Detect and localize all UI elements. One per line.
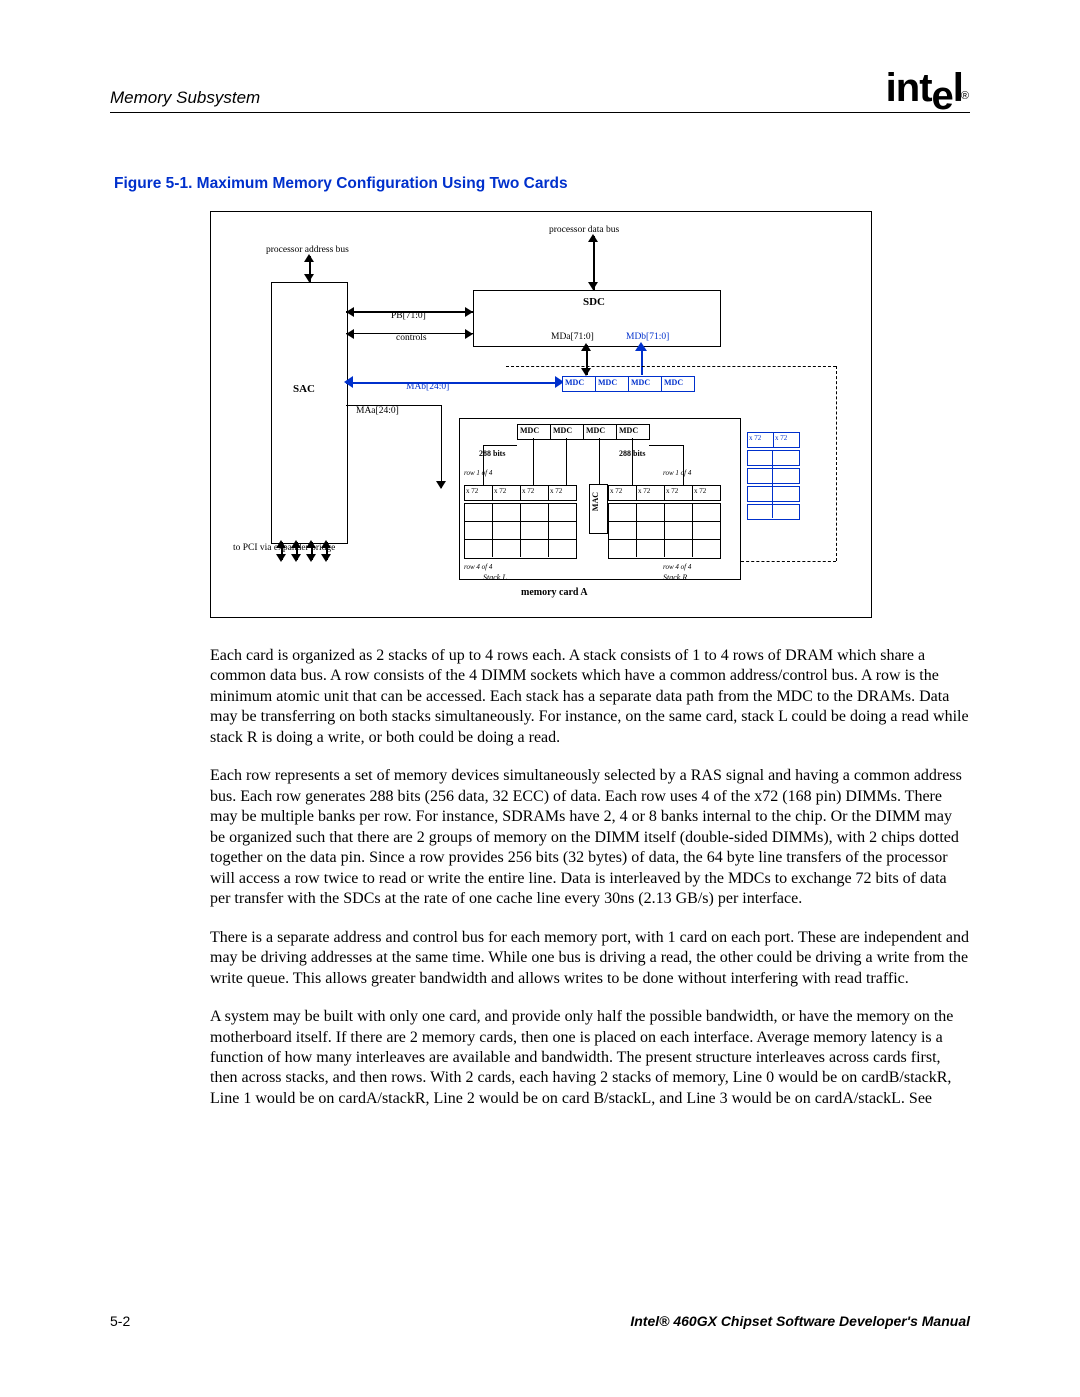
label-row1-r: row 1 of 4 [663, 470, 691, 477]
label-row4-r: row 4 of 4 [663, 564, 691, 571]
label-row1-l: row 1 of 4 [464, 470, 492, 477]
label-to-pci: to PCI via expander bridge [233, 544, 335, 554]
label-row4-l: row 4 of 4 [464, 564, 492, 571]
figure-caption: Figure 5-1. Maximum Memory Configuration… [114, 175, 970, 193]
label-mdc-a3: MDC [586, 427, 605, 435]
paragraph-1: Each card is organized as 2 stacks of up… [110, 646, 970, 748]
label-mdc-a2: MDC [553, 427, 572, 435]
label-mdc-b2: MDC [598, 379, 617, 387]
intel-logo: intel® [886, 68, 970, 108]
label-mem-card: memory card A [521, 588, 588, 598]
body-text: Each card is organized as 2 stacks of up… [110, 646, 970, 1109]
page-footer: 5-2 Intel® 460GX Chipset Software Develo… [110, 1313, 970, 1329]
label-controls: controls [396, 334, 427, 344]
label-proc-data-bus: processor data bus [549, 226, 619, 236]
label-mdb: MDb[71:0] [626, 333, 669, 343]
paragraph-4: A system may be built with only one card… [110, 1007, 970, 1109]
label-mdc-b1: MDC [565, 379, 584, 387]
paragraph-3: There is a separate address and control … [110, 928, 970, 989]
page-header: Memory Subsystem intel® [110, 68, 970, 113]
section-title: Memory Subsystem [110, 88, 260, 108]
manual-title: Intel® 460GX Chipset Software Developer'… [630, 1313, 970, 1329]
label-mdc-b3: MDC [631, 379, 650, 387]
label-mda: MDa[71:0] [551, 333, 594, 343]
label-sdc: SDC [583, 297, 605, 308]
label-mdc-a4: MDC [619, 427, 638, 435]
paragraph-2: Each row represents a set of memory devi… [110, 766, 970, 909]
label-pb: PB[71:0] [391, 312, 426, 322]
label-sac: SAC [293, 384, 315, 395]
label-stackR: Stack R [663, 574, 687, 582]
label-stackL: Stack L [483, 574, 507, 582]
page-number: 5-2 [110, 1313, 130, 1329]
label-mdc-b4: MDC [664, 379, 683, 387]
label-mab: MAb[24:0] [406, 383, 449, 393]
label-maa: MAa[24:0] [356, 407, 399, 417]
label-mac: MAC [592, 492, 600, 511]
label-mdc-a1: MDC [520, 427, 539, 435]
figure-diagram: processor address bus processor data bus… [210, 211, 872, 618]
